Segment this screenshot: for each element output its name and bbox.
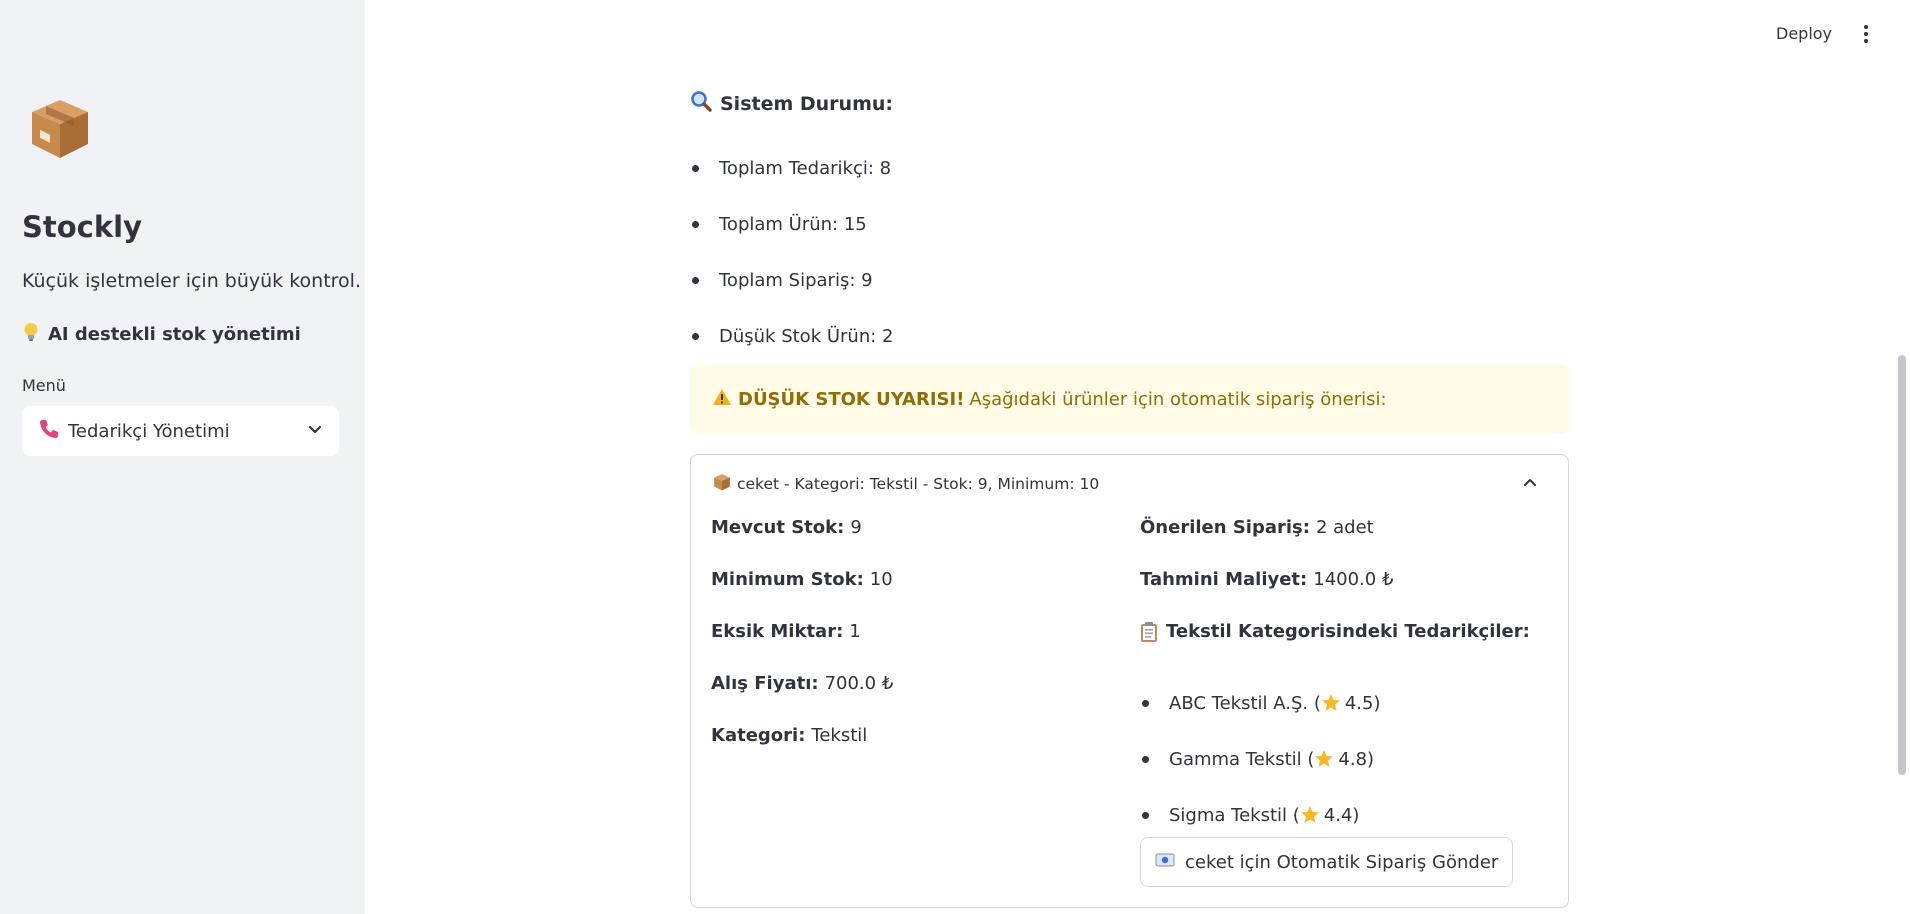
package-box-icon [28, 96, 92, 160]
app-title: Stockly [22, 210, 142, 244]
chevron-down-icon [307, 421, 323, 442]
warning-title: DÜŞÜK STOK UYARISI! [738, 388, 965, 410]
supplier-rating: 4.8) [1338, 748, 1375, 770]
expander-header-text: ceket - Kategori: Tekstil - Stok: 9, Min… [737, 475, 1100, 493]
status-item: Toplam Sipariş: 9 [690, 252, 893, 308]
app-feature: AI destekli stok yönetimi [22, 322, 301, 347]
status-item-label: Düşük Stok Ürün: 2 [719, 325, 894, 347]
field-category: Kategori: Tekstil [711, 725, 893, 777]
scrollbar-thumb[interactable] [1898, 355, 1906, 775]
suppliers-heading-text: Tekstil Kategorisindeki Tedarikçiler: [1166, 621, 1530, 642]
deploy-button[interactable]: Deploy [1770, 20, 1838, 47]
status-item: Düşük Stok Ürün: 2 [690, 308, 893, 364]
status-heading-text: Sistem Durumu: [720, 92, 894, 115]
field-value: Tekstil [811, 725, 868, 746]
warning-icon [712, 388, 732, 411]
auto-order-button-label: ceket için Otomatik Sipariş Gönder [1185, 851, 1499, 873]
status-item-label: Toplam Tedarikçi: 8 [719, 157, 892, 179]
field-missing-amount: Eksik Miktar: 1 [711, 621, 893, 673]
menu-label: Menü [22, 376, 66, 395]
field-value: 10 [869, 569, 893, 590]
warning-text: Aşağıdaki ürünler için otomatik sipariş … [969, 388, 1387, 410]
mailbox-icon [1155, 852, 1175, 873]
product-details: Mevcut Stok: 9 Minimum Stok: 10 Eksik Mikt… [711, 517, 893, 777]
magnifier-icon [690, 90, 712, 117]
field-suggested-order: Önerilen Sipariş: 2 adet [1140, 517, 1530, 569]
low-stock-warning: DÜŞÜK STOK UYARISI! Aşağıdaki ürünler iç… [690, 364, 1569, 434]
supplier-item: ABC Tekstil A.Ş. ( 4.5) [1140, 675, 1530, 731]
status-item: Toplam Tedarikçi: 8 [690, 140, 893, 196]
field-current-stock: Mevcut Stok: 9 [711, 517, 893, 569]
menu-select[interactable]: Tedarikçi Yönetimi [22, 406, 339, 456]
order-suggestion: Önerilen Sipariş: 2 adet Tahmini Maliyet:… [1140, 517, 1530, 843]
suppliers-heading: Tekstil Kategorisindeki Tedarikçiler: [1140, 621, 1530, 673]
menu-select-value: Tedarikçi Yönetimi [68, 420, 230, 442]
app-tagline: Küçük işletmeler için büyük kontrol. [22, 270, 361, 292]
field-label: Alış Fiyatı: [711, 673, 819, 694]
star-icon [1321, 694, 1340, 711]
supplier-name: Sigma Tekstil ( [1169, 804, 1300, 826]
supplier-rating: 4.4) [1323, 804, 1360, 826]
field-value: 1 [849, 621, 861, 642]
feature-label: AI destekli stok yönetimi [48, 324, 301, 345]
phone-icon [38, 418, 60, 445]
field-value: 2 adet [1315, 517, 1374, 538]
field-minimum-stock: Minimum Stok: 10 [711, 569, 893, 621]
star-icon [1315, 750, 1334, 767]
auto-order-button[interactable]: ceket için Otomatik Sipariş Gönder [1140, 837, 1514, 887]
supplier-rating: 4.5) [1344, 692, 1381, 714]
supplier-name: Gamma Tekstil ( [1169, 748, 1315, 770]
status-heading: Sistem Durumu: [690, 90, 893, 117]
supplier-item: Gamma Tekstil ( 4.8) [1140, 731, 1530, 787]
supplier-name: ABC Tekstil A.Ş. ( [1169, 692, 1321, 714]
field-estimated-cost: Tahmini Maliyet: 1400.0 ₺ [1140, 569, 1530, 621]
clipboard-icon [1140, 621, 1158, 648]
lightbulb-icon [22, 322, 40, 347]
status-list: Toplam Tedarikçi: 8 Toplam Ürün: 15 Topl… [690, 140, 893, 364]
status-item: Toplam Ürün: 15 [690, 196, 893, 252]
star-icon [1300, 806, 1319, 823]
chevron-up-icon[interactable] [1522, 475, 1538, 491]
field-label: Mevcut Stok: [711, 517, 845, 538]
field-value: 9 [850, 517, 862, 538]
field-label: Eksik Miktar: [711, 621, 844, 642]
field-value: 1400.0 ₺ [1313, 569, 1394, 590]
package-box-icon [713, 473, 731, 495]
field-purchase-price: Alış Fiyatı: 700.0 ₺ [711, 673, 893, 725]
field-label: Minimum Stok: [711, 569, 864, 590]
field-value: 700.0 ₺ [824, 673, 894, 694]
field-label: Önerilen Sipariş: [1140, 517, 1310, 538]
status-item-label: Toplam Sipariş: 9 [719, 269, 873, 291]
sidebar: Stockly Küçük işletmeler için büyük kont… [0, 0, 365, 914]
status-item-label: Toplam Ürün: 15 [719, 213, 867, 235]
product-expander: ceket - Kategori: Tekstil - Stok: 9, Min… [690, 454, 1569, 908]
supplier-item: Sigma Tekstil ( 4.4) [1140, 787, 1530, 843]
field-label: Kategori: [711, 725, 806, 746]
field-label: Tahmini Maliyet: [1140, 569, 1308, 590]
kebab-menu-icon[interactable] [1856, 20, 1876, 48]
supplier-list: ABC Tekstil A.Ş. ( 4.5) Gamma Tekstil ( 4.… [1140, 675, 1530, 843]
expander-header[interactable]: ceket - Kategori: Tekstil - Stok: 9, Min… [713, 473, 1099, 495]
